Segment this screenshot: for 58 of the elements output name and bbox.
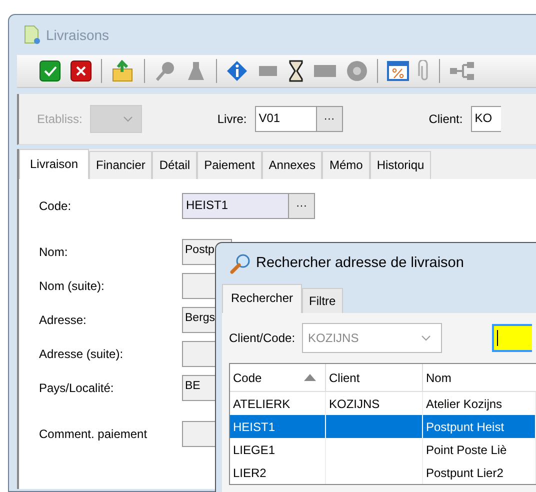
field-label: Adresse: <box>39 313 88 327</box>
table-cell: LIEGE1 <box>233 442 276 456</box>
table-row[interactable]: LIER2 Postpunt Lier2 <box>230 461 536 484</box>
table-cell: ATELIERK <box>233 396 290 410</box>
field-label: Client/Code: <box>229 331 296 345</box>
table-cell: HEIST1 <box>233 420 276 434</box>
table-row[interactable]: LIEGE1 Point Poste Liè <box>230 438 536 461</box>
chevron-down-icon <box>123 116 134 122</box>
field-label: Nom (suite): <box>39 279 106 293</box>
tab[interactable]: Paiement <box>197 151 262 179</box>
tab[interactable]: Détail <box>152 151 198 179</box>
paperclip-icon[interactable] <box>418 60 430 82</box>
column-header[interactable]: Code <box>230 364 326 391</box>
flask-icon[interactable] <box>185 60 207 82</box>
percent-icon[interactable] <box>387 60 409 82</box>
table-cell: Point Poste Liè <box>426 442 507 456</box>
info-icon[interactable] <box>226 60 248 82</box>
hourglass-icon[interactable] <box>288 60 304 82</box>
search-icon[interactable] <box>154 60 176 82</box>
checkmark-icon[interactable] <box>39 60 61 82</box>
hierarchy-icon[interactable] <box>449 60 475 82</box>
table-cell: LIER2 <box>233 466 266 480</box>
tab[interactable]: Financier <box>89 151 152 179</box>
tab[interactable]: Annexes <box>262 151 322 179</box>
tab[interactable]: Mémo <box>322 151 370 179</box>
field-label: Nom: <box>39 245 69 259</box>
input-field[interactable]: V01 <box>254 106 317 132</box>
dialog-title: Rechercher adresse de livraison <box>256 255 464 271</box>
field-label: Code: <box>39 199 72 213</box>
search-field[interactable] <box>492 324 532 352</box>
tab[interactable]: Livraison <box>19 149 90 179</box>
table-cell: Postpunt Heist <box>426 420 504 434</box>
table-row[interactable]: HEIST1 Postpunt Heist <box>230 415 536 438</box>
table-cell: Atelier Kozijns <box>426 396 502 410</box>
browse-button[interactable]: ··· <box>316 106 343 132</box>
column-header[interactable]: Nom <box>423 364 536 391</box>
search-icon <box>230 252 252 274</box>
chevron-down-icon <box>421 335 432 341</box>
input-field[interactable]: HEIST1 <box>182 193 289 219</box>
field-label: Pays/Localité: <box>39 381 115 395</box>
field-label: Comment. paiement <box>39 427 148 441</box>
table-cell: Postpunt Lier2 <box>426 466 504 480</box>
field-label: Adresse (suite): <box>39 347 124 361</box>
table-cell: KOZIJNS <box>329 396 380 410</box>
tab[interactable]: Filtre <box>302 288 343 313</box>
folder-arrow-icon[interactable] <box>111 60 135 82</box>
tab[interactable]: Rechercher <box>222 284 302 313</box>
circle-icon[interactable] <box>346 60 368 82</box>
field-label: Client: <box>428 112 463 126</box>
window-title: Livraisons <box>46 27 110 43</box>
input-field[interactable]: KO <box>470 106 501 132</box>
close-icon[interactable] <box>70 60 92 82</box>
column-header[interactable]: Client <box>326 364 423 391</box>
field-label: Livre: <box>217 112 247 126</box>
field-label: Etabliss: <box>37 112 82 126</box>
document-icon <box>23 25 41 45</box>
tab[interactable]: Historiqu <box>370 151 432 179</box>
browse-button[interactable]: ··· <box>289 193 315 219</box>
